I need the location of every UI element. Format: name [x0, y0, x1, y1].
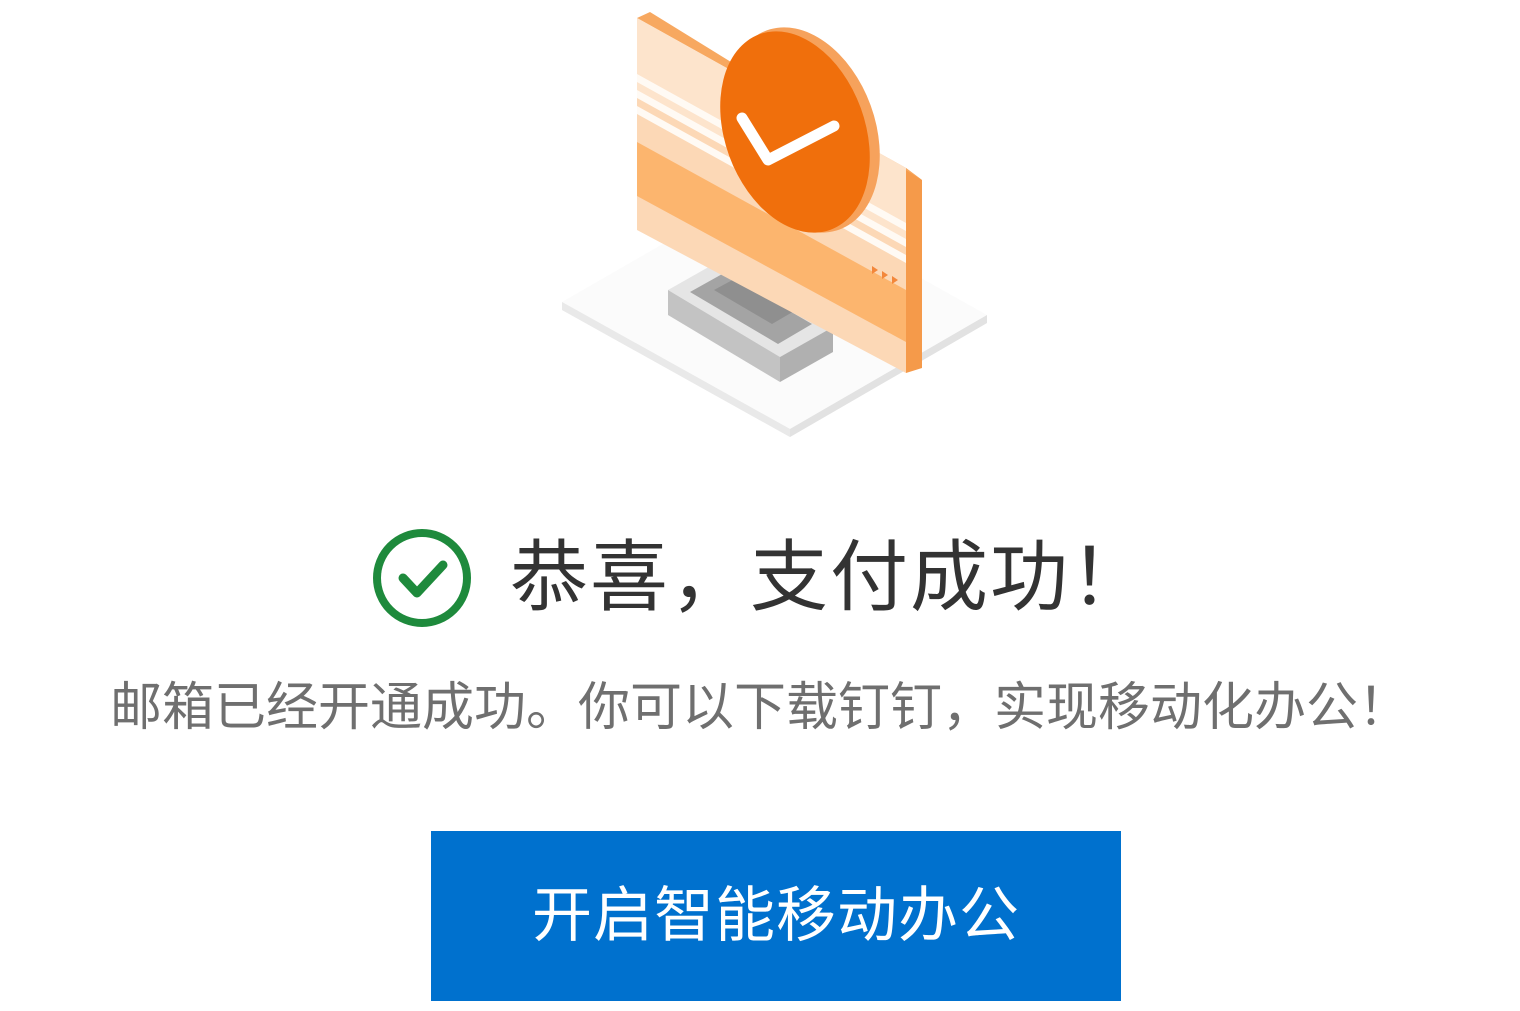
monitor-checkmark-icon — [540, 0, 1010, 450]
success-title-row: 恭喜，支付成功！ — [0, 522, 1520, 634]
open-mobile-office-button[interactable]: 开启智能移动办公 — [431, 831, 1121, 1001]
success-check-icon — [370, 526, 474, 630]
success-title: 恭喜，支付成功！ — [509, 533, 1150, 623]
payment-success-page: 恭喜，支付成功！ 邮箱已经开通成功。你可以下载钉钉，实现移动化办公！ 开启智能移… — [0, 0, 1520, 1011]
success-message: 邮箱已经开通成功。你可以下载钉钉，实现移动化办公！ — [109, 678, 1410, 738]
